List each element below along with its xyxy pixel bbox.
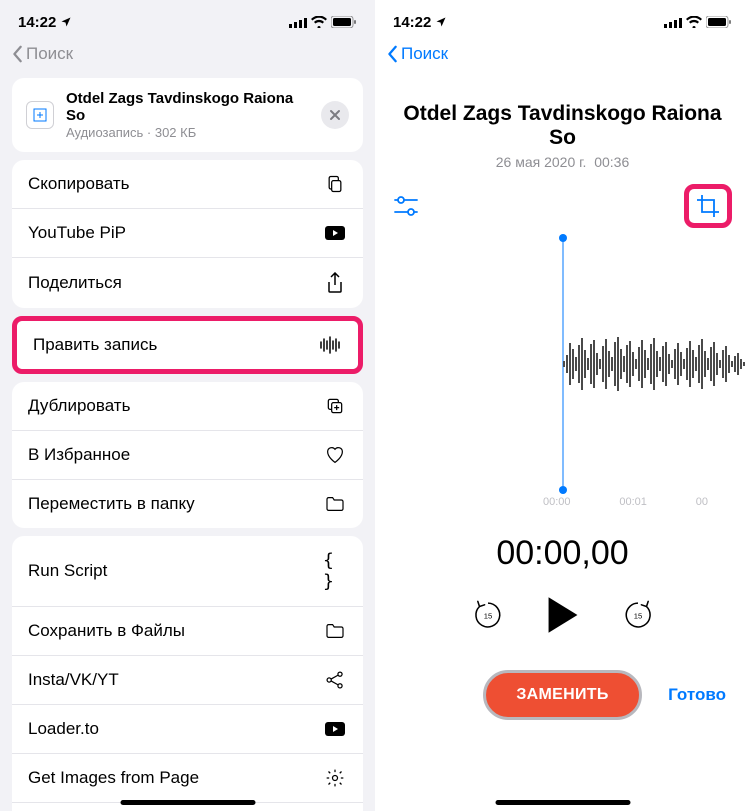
menu-label: Поделиться	[28, 273, 122, 293]
signal-icon	[289, 17, 307, 28]
audio-file-icon	[26, 101, 54, 129]
home-indicator[interactable]	[495, 800, 630, 805]
duplicate-icon	[323, 396, 347, 416]
waveform-icon	[318, 336, 342, 354]
status-time: 14:22	[393, 14, 431, 31]
menu-label: YouTube PiP	[28, 223, 126, 243]
skip-forward-icon: 15	[621, 598, 655, 632]
chevron-left-icon	[387, 45, 399, 63]
recording-subtitle: 26 мая 2020 г. 00:36	[375, 154, 750, 170]
menu-label: Insta/VK/YT	[28, 670, 119, 690]
axis-tick: 00:01	[619, 496, 647, 508]
crop-button[interactable]	[695, 193, 721, 219]
editor-toolbar	[375, 170, 750, 234]
playhead-handle-top[interactable]	[559, 234, 567, 242]
current-time: 00:00,00	[375, 534, 750, 573]
location-icon	[60, 16, 72, 28]
share-alt-icon	[323, 670, 347, 690]
done-button[interactable]: Готово	[668, 685, 726, 705]
status-time: 14:22	[18, 14, 56, 31]
highlight-edit-recording: Править запись	[12, 316, 363, 374]
menu-copy[interactable]: Скопировать	[12, 160, 363, 209]
close-button[interactable]	[321, 101, 349, 129]
card-title: Otdel Zags Tavdinskogo Raiona So	[66, 90, 309, 124]
recording-title: Otdel Zags Tavdinskogo Raiona So	[375, 102, 750, 150]
phone-right-editor: 14:22 Поиск Otdel Zags Tavdinskogo Raion…	[375, 0, 750, 811]
menu-share[interactable]: Поделиться	[12, 258, 363, 308]
menu-label: Править запись	[33, 335, 157, 355]
braces-icon: { }	[323, 550, 347, 592]
menu-label: Переместить в папку	[28, 494, 195, 514]
time-axis: 00:00 00:01 00	[375, 494, 750, 508]
menu-favorite[interactable]: В Избранное	[12, 431, 363, 480]
skip-back-button[interactable]: 15	[471, 598, 505, 637]
menu-duplicate[interactable]: Дублировать	[12, 382, 363, 431]
menu-group-1: Скопировать YouTube PiP Поделиться	[12, 160, 363, 308]
location-icon	[435, 16, 447, 28]
menu-edit-recording[interactable]: Править запись	[17, 321, 358, 369]
highlight-crop	[684, 184, 732, 228]
replace-button[interactable]: ЗАМЕНИТЬ	[483, 670, 641, 720]
playback-controls: 15 15	[375, 595, 750, 640]
wifi-icon	[311, 16, 327, 28]
bottom-actions: ЗАМЕНИТЬ Готово	[375, 670, 750, 720]
menu-label: Loader.to	[28, 719, 99, 739]
battery-icon	[331, 16, 357, 28]
heart-icon	[323, 446, 347, 464]
status-bar: 14:22	[375, 0, 750, 44]
menu-group-3: Run Script { } Сохранить в Файлы Insta/V…	[12, 536, 363, 811]
menu-get-images[interactable]: Get Images from Page	[12, 754, 363, 803]
share-icon	[323, 272, 347, 294]
battery-icon	[706, 16, 732, 28]
copy-icon	[323, 174, 347, 194]
crop-icon	[695, 193, 721, 219]
close-icon	[329, 109, 341, 121]
svg-text:15: 15	[483, 611, 492, 620]
playhead-handle-bottom[interactable]	[559, 486, 567, 494]
back-link[interactable]: Поиск	[0, 44, 375, 70]
folder-icon	[323, 496, 347, 512]
youtube-icon	[323, 225, 347, 241]
status-bar: 14:22	[0, 0, 375, 44]
menu-label: Скопировать	[28, 174, 130, 194]
play-button[interactable]	[545, 595, 581, 640]
menu-label: Сохранить в Файлы	[28, 621, 185, 641]
waveform	[563, 334, 750, 394]
folder-icon	[323, 623, 347, 639]
menu-run-script[interactable]: Run Script { }	[12, 536, 363, 607]
chevron-left-icon	[12, 45, 24, 63]
settings-button[interactable]	[393, 195, 419, 217]
signal-icon	[664, 17, 682, 28]
menu-label: В Избранное	[28, 445, 130, 465]
recording-card: Otdel Zags Tavdinskogo Raiona So Аудиоза…	[12, 78, 363, 152]
menu-insta-vk-yt[interactable]: Insta/VK/YT	[12, 656, 363, 705]
axis-tick: 00	[696, 496, 708, 508]
home-indicator[interactable]	[120, 800, 255, 805]
card-subtitle: Аудиозапись · 302 КБ	[66, 125, 309, 140]
axis-tick: 00:00	[543, 496, 571, 508]
back-link[interactable]: Поиск	[375, 44, 750, 70]
sliders-icon	[393, 195, 419, 217]
menu-save-files[interactable]: Сохранить в Файлы	[12, 607, 363, 656]
menu-group-2: Дублировать В Избранное Переместить в па…	[12, 382, 363, 528]
menu-label: Run Script	[28, 561, 107, 581]
phone-left-sharesheet: 14:22 Поиск Otdel Zags Tavdinskogo Raion…	[0, 0, 375, 811]
menu-loader-to[interactable]: Loader.to	[12, 705, 363, 754]
back-label: Поиск	[401, 44, 448, 64]
play-icon	[545, 595, 581, 635]
menu-youtube-pip[interactable]: YouTube PiP	[12, 209, 363, 258]
svg-text:15: 15	[633, 611, 642, 620]
waveform-area[interactable]	[393, 234, 732, 494]
youtube-icon	[323, 721, 347, 737]
gear-icon	[323, 768, 347, 788]
skip-forward-button[interactable]: 15	[621, 598, 655, 637]
menu-label: Get Images from Page	[28, 768, 199, 788]
menu-label: Дублировать	[28, 396, 130, 416]
menu-move-folder[interactable]: Переместить в папку	[12, 480, 363, 528]
skip-back-icon: 15	[471, 598, 505, 632]
back-label: Поиск	[26, 44, 73, 64]
wifi-icon	[686, 16, 702, 28]
